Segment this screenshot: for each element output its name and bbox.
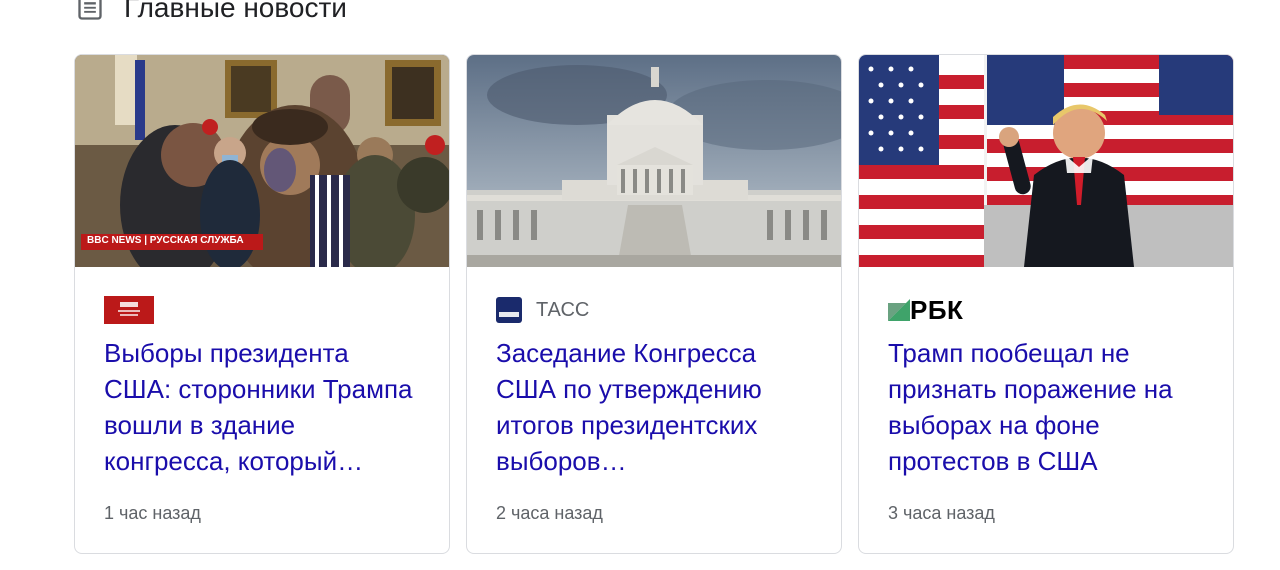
source-name: ТАСС [536,298,590,321]
section-header: Главные новости [76,0,347,28]
source-row [104,295,419,325]
news-card[interactable]: BBC NEWS | РУССКАЯ СЛУЖБА Выборы президе… [74,54,450,554]
bbc-russian-logo [104,296,154,324]
news-thumbnail[interactable]: BBC NEWS | РУССКАЯ СЛУЖБА [75,55,449,267]
news-card[interactable]: ТАСС Заседание Конгресса США по утвержде… [466,54,842,554]
headline-link[interactable]: Заседание Конгресса США по утверждению и… [496,335,811,479]
trump-flags-image [859,55,1233,267]
news-thumbnail[interactable] [467,55,841,267]
news-card[interactable]: РБК Трамп пообещал не признать поражение… [858,54,1234,554]
source-name: РБК [910,294,964,325]
top-stories-section: Главные новости BBC NEWS | РУССКАЯ СЛУЖБ… [0,0,1280,570]
timestamp: 2 часа назад [496,503,603,523]
rbc-logo [888,299,910,321]
timestamp: 3 часа назад [888,503,995,523]
timestamp: 1 час назад [104,503,201,523]
news-cards: BBC NEWS | РУССКАЯ СЛУЖБА Выборы президе… [74,54,1234,554]
headline-link[interactable]: Трамп пообещал не признать поражение на … [888,335,1203,479]
capitol-building-image [467,55,841,267]
newspaper-icon [78,0,102,20]
news-thumbnail[interactable] [859,55,1233,267]
section-title: Главные новости [124,0,347,23]
headline-link[interactable]: Выборы президента США: сторонники Трампа… [104,335,419,479]
source-row: ТАСС [496,295,811,325]
image-overlay-caption: BBC NEWS | РУССКАЯ СЛУЖБА [87,235,244,246]
source-row: РБК [888,295,1203,325]
tass-logo [496,297,522,323]
